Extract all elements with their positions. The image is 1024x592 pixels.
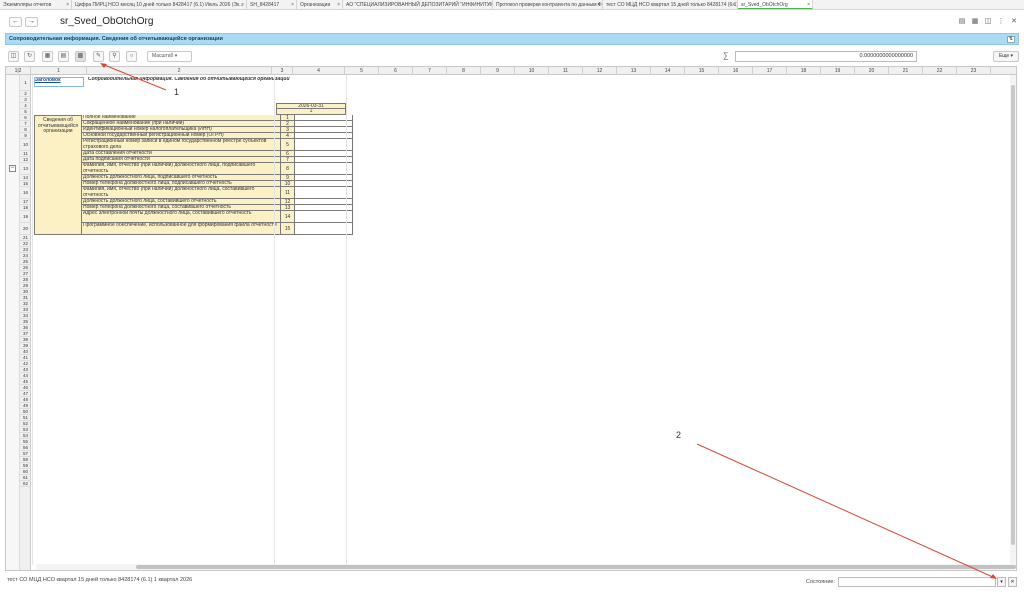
annotation-label-2: 2 (676, 430, 682, 440)
annotation-label-1: 1 (174, 87, 180, 97)
arrow-line (101, 63, 167, 91)
annotation-arrows (100, 63, 997, 579)
arrow-line (696, 443, 996, 579)
